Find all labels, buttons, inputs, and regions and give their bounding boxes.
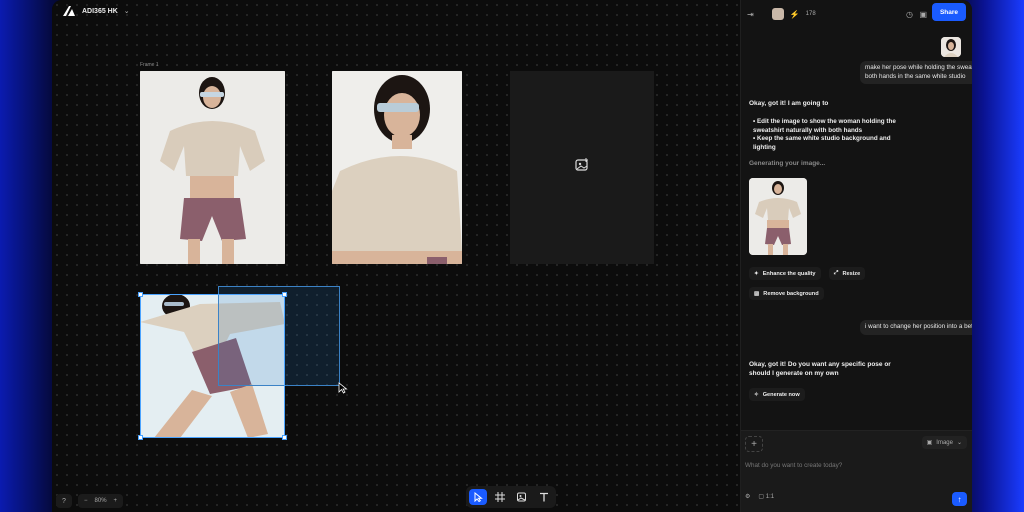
chip-label: Resize: [842, 270, 861, 277]
ai-bullet-text: Keep the same white studio background an…: [753, 135, 891, 151]
chevron-down-icon: ⌄: [956, 440, 962, 446]
add-attachment-button[interactable]: +: [745, 436, 763, 452]
prompt-composer: + ▣ Image ⌄ What do you want to create tod…: [741, 430, 972, 512]
bolt-icon: ⚡: [789, 9, 800, 19]
remove-background-chip[interactable]: ▨ Remove background: [749, 287, 824, 300]
app-logo-icon: [62, 5, 76, 17]
history-icon[interactable]: ◷: [906, 10, 913, 19]
send-button[interactable]: ↑: [952, 492, 967, 506]
text-tool-icon[interactable]: [535, 489, 553, 505]
mouse-cursor-icon: [338, 382, 348, 397]
ai-bullet: • Edit the image to show the woman holdi…: [753, 118, 896, 134]
image-plus-icon: [575, 158, 589, 177]
select-tool-icon[interactable]: [469, 489, 487, 505]
gallery-icon[interactable]: ▣: [919, 10, 927, 19]
mode-select[interactable]: ▣ Image ⌄: [921, 436, 967, 449]
selection-box[interactable]: [138, 292, 287, 440]
resize-icon: ⤢: [834, 270, 839, 276]
share-button[interactable]: Share: [932, 3, 966, 21]
resize-handle[interactable]: [282, 435, 287, 440]
generating-status: Generating your image...: [749, 160, 826, 167]
chip-label: Enhance the quality: [762, 270, 816, 277]
chip-label: Generate now: [762, 391, 800, 398]
ai-bullet: • Keep the same white studio background …: [753, 135, 891, 151]
generating-frame[interactable]: [510, 71, 654, 264]
help-button[interactable]: ?: [56, 494, 72, 508]
generate-now-chip[interactable]: ✧ Generate now: [749, 388, 805, 401]
app-window: ADI365 HK ⌄ Frame 1 ? − 80% + ⇥ ⚡ 178 ◷ …: [52, 0, 972, 512]
ai-bullet-text: Edit the image to show the woman holding…: [753, 118, 896, 134]
generated-thumbnail[interactable]: [749, 178, 807, 255]
resize-handle[interactable]: [138, 292, 143, 297]
canvas-image-2[interactable]: [332, 71, 462, 264]
chip-label: Remove background: [763, 290, 819, 297]
resize-handle[interactable]: [282, 292, 287, 297]
resize-chip[interactable]: ⤢ Resize: [829, 267, 866, 280]
design-canvas[interactable]: ADI365 HK ⌄ Frame 1 ? − 80% +: [52, 0, 740, 512]
chat-panel: ⇥ ⚡ 178 ◷ ▣ Share make her pose while ho…: [740, 0, 972, 512]
ai-message-title: Okay, got it! I am going to: [749, 100, 829, 107]
user-message: make her pose while holding the sweatshi…: [860, 61, 972, 84]
image-tool-icon[interactable]: [513, 489, 531, 505]
image-icon: ▨: [754, 290, 760, 297]
zoom-level: 80%: [94, 498, 107, 504]
sparkle-icon: ✧: [754, 391, 759, 398]
mode-label: Image: [936, 439, 953, 446]
user-avatar: [941, 37, 961, 57]
prompt-input[interactable]: What do you want to create today?: [745, 462, 842, 469]
settings-icon[interactable]: ⚙: [745, 493, 750, 500]
project-switcher[interactable]: ADI365 HK ⌄: [58, 3, 134, 19]
sidebar-toggle-icon[interactable]: ⇥: [747, 10, 754, 19]
user-message: i want to change her position into a bet…: [860, 320, 972, 335]
ai-message: Okay, got it! Do you want any specific p…: [749, 361, 891, 377]
chevron-down-icon: ⌄: [123, 8, 130, 15]
composer-options: ⚙ ▢ 1:1: [745, 493, 774, 500]
avatar[interactable]: [771, 8, 784, 20]
aspect-ratio-select[interactable]: ▢ 1:1: [758, 493, 774, 500]
resize-handle[interactable]: [138, 435, 143, 440]
credits-count: 178: [805, 11, 816, 17]
magic-icon: ✦: [754, 270, 759, 277]
aspect-ratio-label: 1:1: [765, 494, 775, 500]
zoom-out-button[interactable]: −: [84, 498, 88, 504]
zoom-controls: ? − 80% +: [56, 493, 124, 509]
send-icon: ↑: [957, 494, 962, 504]
enhance-quality-chip[interactable]: ✦ Enhance the quality: [749, 267, 821, 280]
bottom-toolbar: [466, 486, 556, 508]
frame-tool-icon[interactable]: [491, 489, 509, 505]
zoom-in-button[interactable]: +: [114, 498, 118, 504]
canvas-image-1[interactable]: [140, 71, 285, 264]
project-name: ADI365 HK: [82, 7, 118, 15]
image-icon: ▣: [926, 440, 933, 446]
zoom-group: − 80% +: [78, 494, 124, 508]
frame-label: Frame 1: [140, 62, 159, 68]
